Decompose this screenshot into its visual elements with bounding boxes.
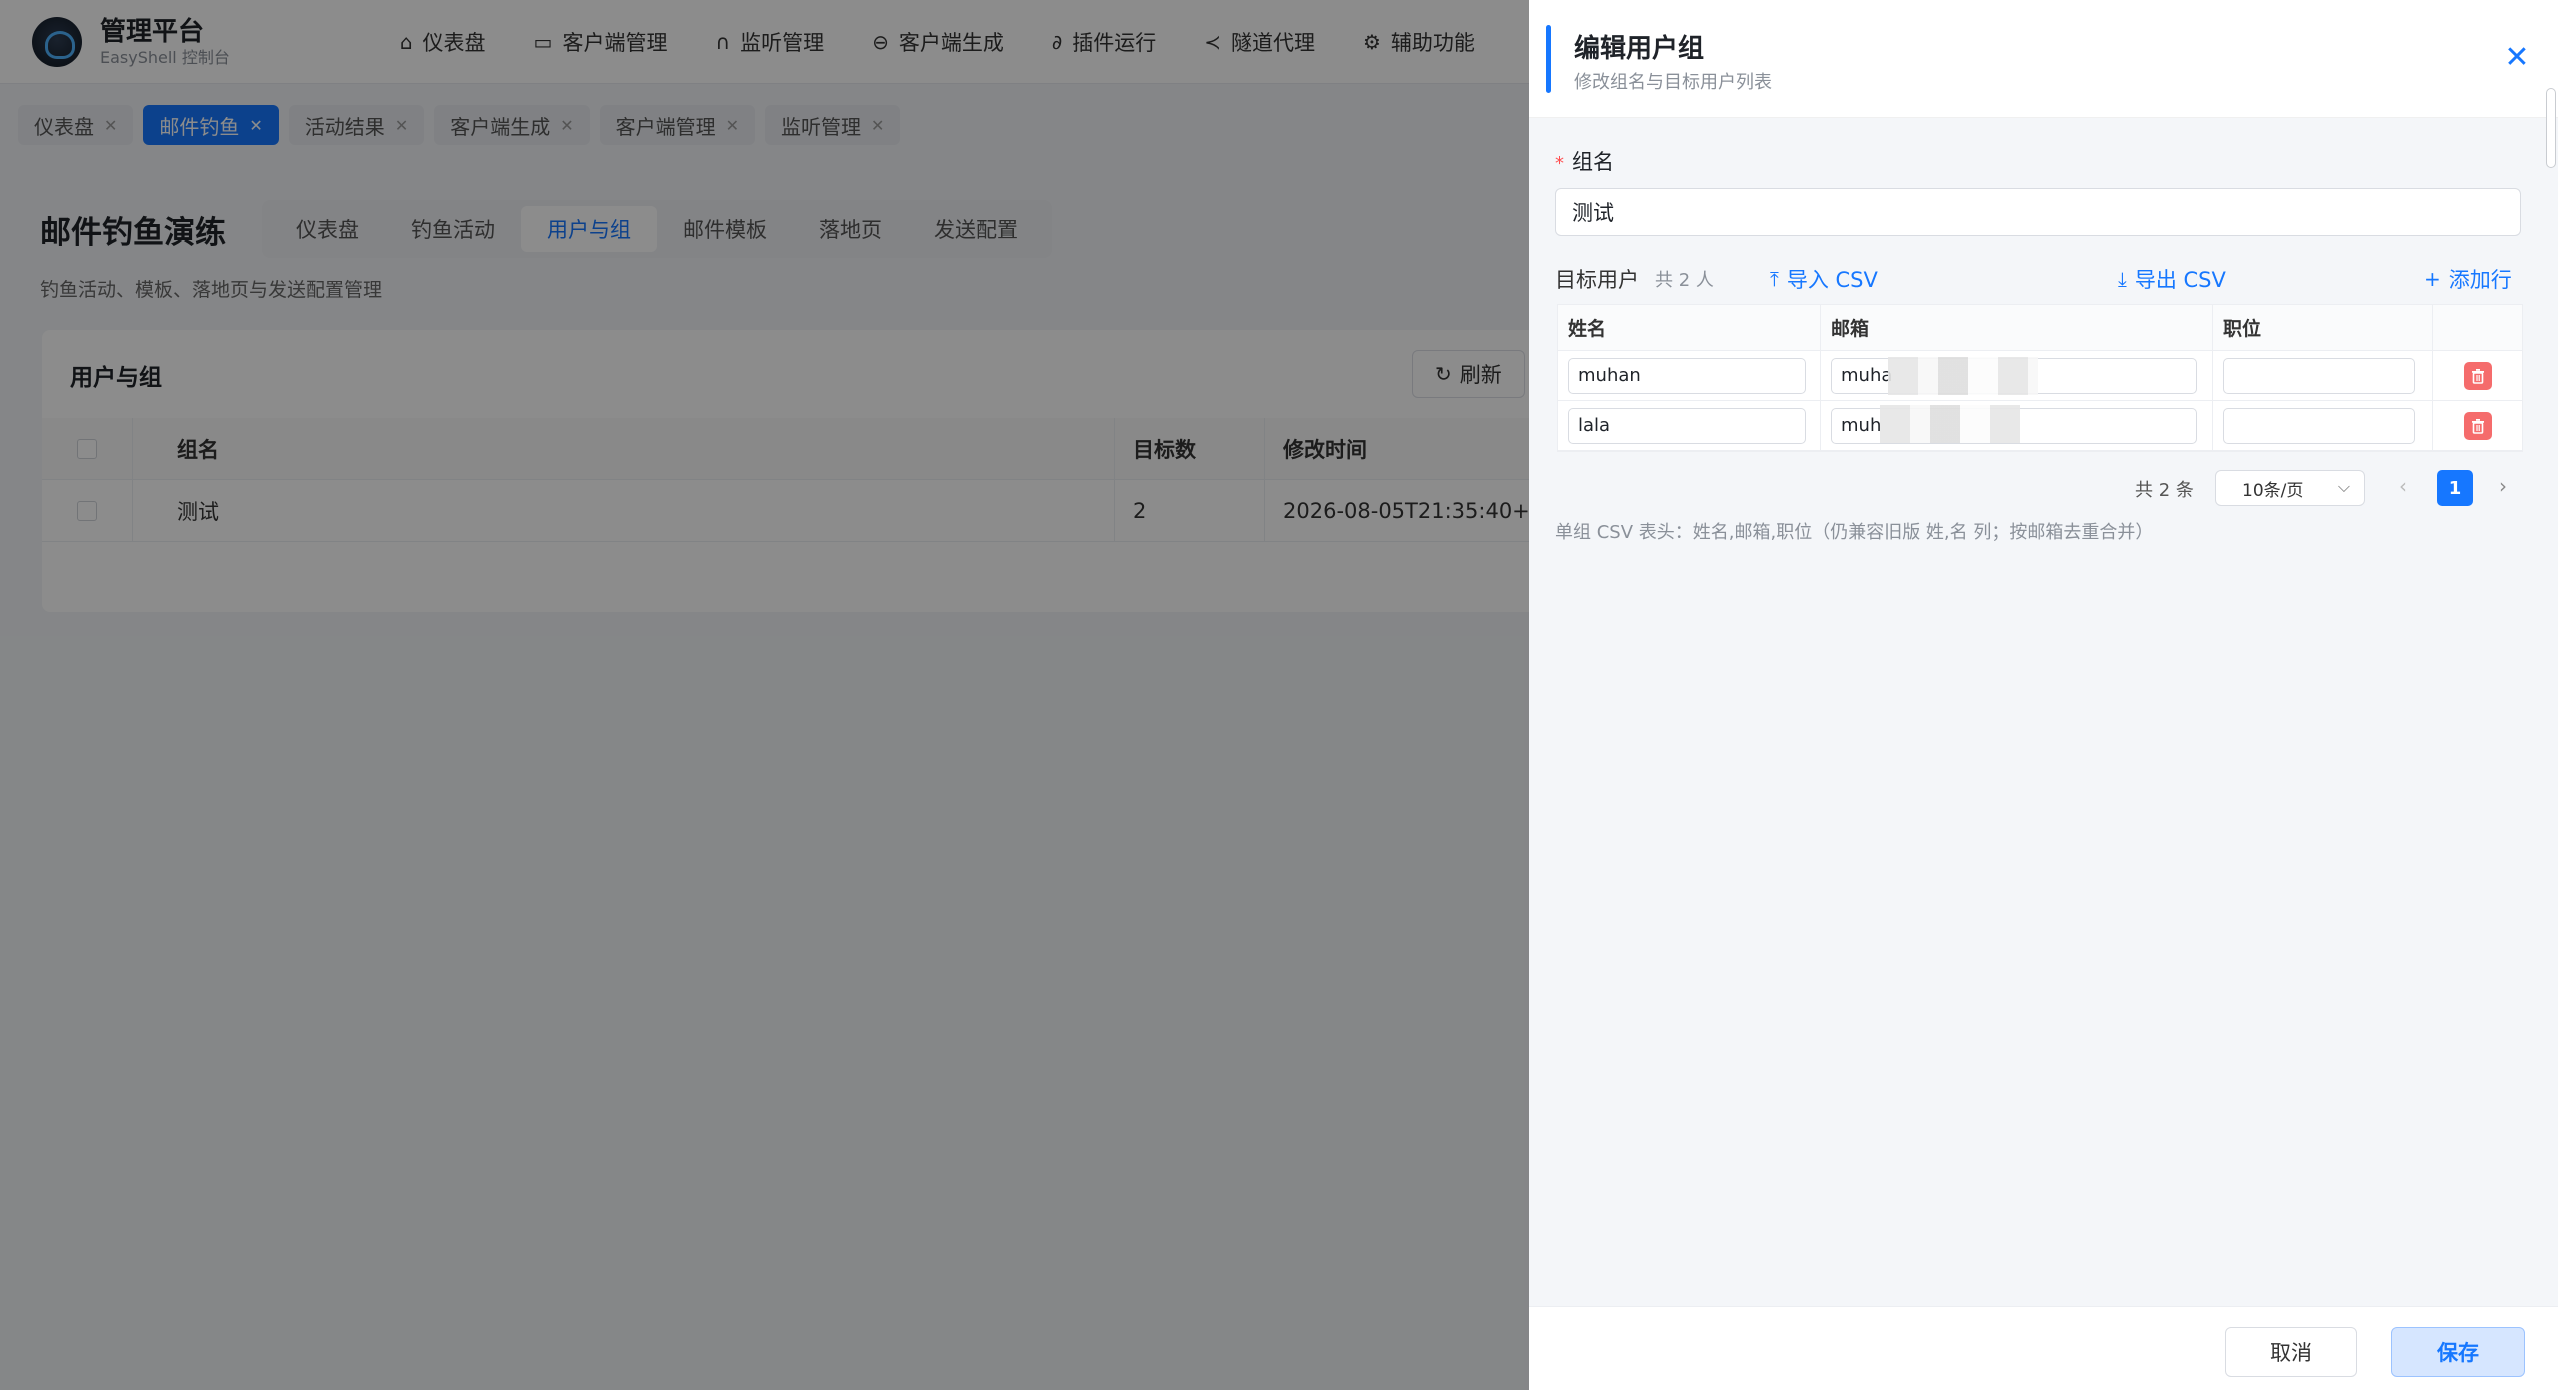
user-name-input[interactable]: [1568, 357, 1806, 394]
prev-page-button[interactable]: ‹: [2399, 474, 2407, 498]
import-csv-button[interactable]: ⤒ 导入 CSV: [1770, 264, 1878, 294]
add-row-button[interactable]: + 添加行: [2424, 264, 2512, 294]
import-label: 导入 CSV: [1786, 268, 1878, 292]
users-table-header: 姓名 邮箱 职位: [1558, 305, 2522, 351]
column-header-actions: [2432, 305, 2522, 350]
page-size-value: 10条/页: [2242, 480, 2304, 501]
user-position-input[interactable]: [2223, 407, 2415, 444]
target-users-table: 姓名 邮箱 职位: [1557, 304, 2523, 452]
pagination-total: 共 2 条: [2135, 480, 2194, 501]
cancel-button[interactable]: 取消: [2225, 1327, 2357, 1377]
required-asterisk: *: [1555, 153, 1564, 174]
trash-icon: [2471, 368, 2484, 384]
user-row: [1558, 401, 2522, 451]
add-row-label: 添加行: [2448, 268, 2512, 292]
column-header-name: 姓名: [1568, 318, 1607, 340]
csv-format-hint: 单组 CSV 表头：姓名,邮箱,职位（仍兼容旧版 姓,名 列；按邮箱去重合并）: [1555, 522, 2154, 543]
scrollbar[interactable]: [2546, 88, 2556, 168]
delete-row-button[interactable]: [2463, 361, 2492, 390]
export-label: 导出 CSV: [2134, 268, 2226, 292]
title-accent-bar: [1546, 25, 1551, 93]
group-name-input[interactable]: [1555, 188, 2521, 236]
drawer-footer: 取消 保存: [1529, 1306, 2558, 1390]
column-header-position: 职位: [2212, 305, 2432, 350]
plus-icon: +: [2424, 267, 2441, 291]
group-name-label: * 组名: [1555, 146, 1614, 176]
drawer-subtitle: 修改组名与目标用户列表: [1574, 72, 1772, 93]
target-users-count: 共 2 人: [1655, 270, 1714, 291]
page-number-button[interactable]: 1: [2437, 470, 2473, 506]
chevron-down-icon: ⌵: [2337, 477, 2350, 496]
column-header-email: 邮箱: [1820, 305, 2212, 350]
delete-row-button[interactable]: [2463, 411, 2492, 440]
page-size-select[interactable]: 10条/页 ⌵: [2215, 470, 2365, 506]
close-icon[interactable]: ✕: [2499, 40, 2535, 76]
pagination: 共 2 条 10条/页 ⌵ ‹ 1 ›: [1529, 470, 2558, 510]
download-icon: ⤓: [2118, 267, 2127, 291]
user-row: [1558, 351, 2522, 401]
redaction-mosaic: [1880, 405, 2020, 443]
upload-icon: ⤒: [1770, 267, 1779, 291]
user-position-input[interactable]: [2223, 357, 2415, 394]
label-text: 组名: [1572, 150, 1614, 174]
drawer-body: [1529, 118, 2558, 1306]
export-csv-button[interactable]: ⤓ 导出 CSV: [2118, 264, 2226, 294]
user-name-input[interactable]: [1568, 407, 1806, 444]
trash-icon: [2471, 418, 2484, 434]
next-page-button[interactable]: ›: [2499, 474, 2507, 498]
target-users-label: 目标用户: [1555, 268, 1639, 292]
save-button[interactable]: 保存: [2391, 1327, 2525, 1377]
drawer-title: 编辑用户组: [1574, 34, 1705, 64]
drawer-header: 编辑用户组 修改组名与目标用户列表 ✕: [1529, 0, 2558, 118]
edit-group-drawer: 编辑用户组 修改组名与目标用户列表 ✕ * 组名 目标用户 共 2 人 ⤒ 导入 C…: [1529, 0, 2558, 1390]
redaction-mosaic: [1888, 357, 2038, 395]
